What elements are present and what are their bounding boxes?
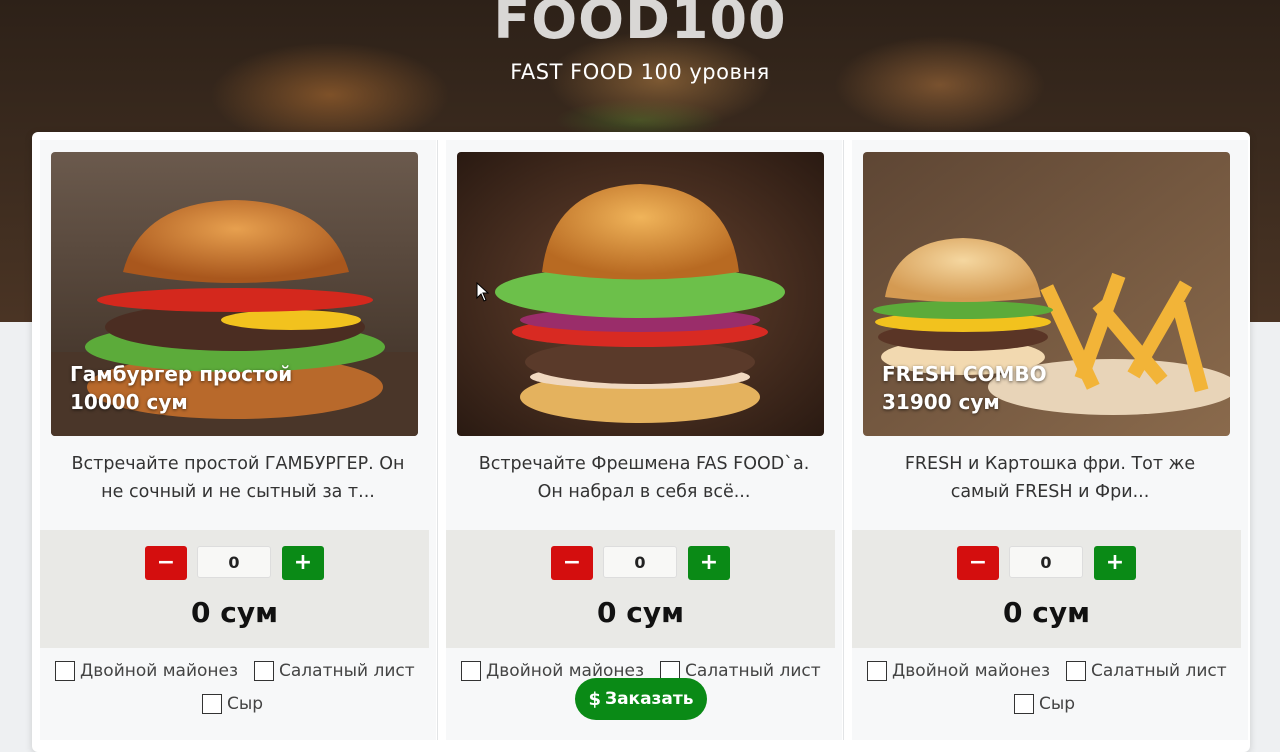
- checkbox[interactable]: [202, 694, 222, 714]
- option-label: Двойной майонез: [892, 661, 1051, 681]
- mouse-cursor-icon: [476, 282, 490, 302]
- product-caption: Гамбургер простой 10000 сум: [70, 360, 292, 416]
- quantity-box: − + 0 сум: [852, 530, 1241, 648]
- option-label: Салатный лист: [685, 661, 821, 681]
- order-button[interactable]: $ Заказать: [575, 678, 707, 720]
- product-card: FRESH COMBO 31900 сум FRESH и Картошка ф…: [852, 140, 1248, 740]
- increase-button[interactable]: +: [688, 546, 730, 580]
- product-description: FRESH и Картошка фри. Тот же самый FRESH…: [904, 454, 1196, 502]
- product-photo: FRESH COMBO 31900 сум: [863, 152, 1230, 436]
- decrease-button[interactable]: −: [957, 546, 999, 580]
- quantity-input[interactable]: [603, 546, 677, 578]
- product-card: Гамбургер простой 10000 сум Встречайте п…: [40, 140, 436, 740]
- checkbox[interactable]: [1014, 694, 1034, 714]
- quantity-box: − + 0 сум: [446, 530, 835, 648]
- checkbox[interactable]: [867, 661, 887, 681]
- option-label: Салатный лист: [1091, 661, 1227, 681]
- option-label: Сыр: [227, 694, 264, 714]
- product-description: Встречайте простой ГАМБУРГЕР. Он не сочн…: [71, 454, 405, 502]
- decrease-button[interactable]: −: [551, 546, 593, 580]
- quantity-input[interactable]: [197, 546, 271, 578]
- increase-button[interactable]: +: [1094, 546, 1136, 580]
- option-label: Салатный лист: [279, 661, 415, 681]
- quantity-box: − + 0 сум: [40, 530, 429, 648]
- product-caption: FRESH COMBO 31900 сум: [882, 360, 1047, 416]
- option-cheese[interactable]: Сыр: [1014, 694, 1075, 714]
- checkbox[interactable]: [55, 661, 75, 681]
- option-double-mayo[interactable]: Двойной майонез: [55, 661, 238, 681]
- quantity-input[interactable]: [1009, 546, 1083, 578]
- checkbox[interactable]: [1066, 661, 1086, 681]
- option-lettuce[interactable]: Салатный лист: [254, 661, 415, 681]
- product-price: 31900 сум: [882, 390, 1000, 414]
- option-label: Сыр: [1039, 694, 1076, 714]
- total-sum: 0 сум: [191, 596, 278, 629]
- total-sum: 0 сум: [597, 596, 684, 629]
- card-divider: [843, 140, 844, 740]
- option-label: Двойной майонез: [80, 661, 239, 681]
- product-name: Гамбургер простой: [70, 362, 293, 386]
- order-button-label: Заказать: [605, 689, 694, 709]
- brand-tagline: FAST FOOD 100 уровня: [510, 60, 770, 84]
- decrease-button[interactable]: −: [145, 546, 187, 580]
- checkbox[interactable]: [254, 661, 274, 681]
- option-double-mayo[interactable]: Двойной майонез: [867, 661, 1050, 681]
- option-lettuce[interactable]: Салатный лист: [1066, 661, 1227, 681]
- brand-title: FOOD100: [493, 0, 787, 51]
- product-description: Встречайте Фрешмена FAS FOOD`а. Он набра…: [478, 454, 810, 502]
- option-cheese[interactable]: Сыр: [202, 694, 263, 714]
- product-name: FRESH COMBO: [882, 362, 1047, 386]
- product-card: Встречайте Фрешмена FAS FOOD`а. Он набра…: [446, 140, 842, 740]
- product-photo: Гамбургер простой 10000 сум: [51, 152, 418, 436]
- checkbox[interactable]: [461, 661, 481, 681]
- increase-button[interactable]: +: [282, 546, 324, 580]
- dollar-icon: $: [588, 688, 601, 710]
- total-sum: 0 сум: [1003, 596, 1090, 629]
- product-photo: [457, 152, 824, 436]
- card-divider: [437, 140, 438, 740]
- product-price: 10000 сум: [70, 390, 188, 414]
